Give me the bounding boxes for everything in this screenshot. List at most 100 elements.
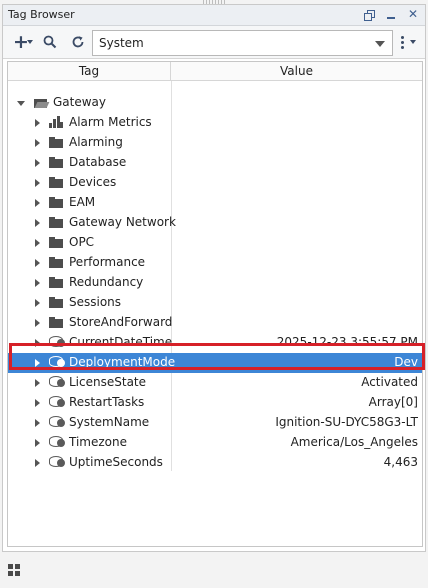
tree-row[interactable]: EAM [8,193,422,213]
tag-icon [49,396,65,409]
folder-icon [49,176,63,189]
tree-row-label: DeploymentMode [69,355,176,369]
tree-row[interactable]: UptimeSeconds 4,463 [8,453,422,473]
tree-row-label: OPC [69,235,95,249]
expand-icon[interactable] [35,199,40,207]
more-options-icon[interactable] [397,32,419,52]
close-icon[interactable]: ✕ [407,7,419,22]
folder-icon [49,316,63,329]
tag-browser-panel: Tag Browser ✕ + System Tag Value Gateway [2,4,426,552]
tag-icon [49,416,65,429]
refresh-icon[interactable] [67,32,89,52]
tree-row[interactable]: Alarming [8,133,422,153]
expand-icon[interactable] [35,279,40,287]
expand-icon[interactable] [35,119,40,127]
folder-icon [49,236,63,249]
expand-icon[interactable] [35,239,40,247]
tree-row[interactable]: RestartTasks Array[0] [8,393,422,413]
tree-row[interactable]: OPC [8,233,422,253]
tag-icon [49,356,65,369]
tree-row-label: CurrentDateTime [69,335,173,349]
folder-icon [49,276,63,289]
folder-icon [49,296,63,309]
tag-provider-select[interactable]: System [92,30,393,56]
tree-row-label: UptimeSeconds [69,455,163,469]
tree-row-label: LicenseState [69,375,147,389]
bar-chart-icon [49,116,63,129]
tree-row[interactable]: Sessions [8,293,422,313]
expand-icon[interactable] [35,379,40,387]
tree-row-label: Performance [69,255,146,269]
tree-row[interactable]: Performance [8,253,422,273]
expand-icon[interactable] [35,299,40,307]
grid-icon[interactable] [8,564,20,576]
tree-row[interactable]: Gateway Network [8,213,422,233]
expand-icon[interactable] [35,179,40,187]
expand-icon[interactable] [35,399,40,407]
tree-row-value: Ignition-SU-DYC58G3-LT [275,415,418,429]
collapse-icon[interactable] [17,101,25,106]
tag-tree-table: Tag Value Gateway Alarm Metrics Alarming D… [7,61,423,547]
tree-row-label: Sessions [69,295,122,309]
tree-row-label: Gateway [53,95,107,109]
tree-row[interactable]: Database [8,153,422,173]
tree-row-value: 4,463 [383,455,418,469]
expand-icon[interactable] [35,259,40,267]
expand-icon[interactable] [35,419,40,427]
folder-icon [49,136,63,149]
tree-row-label: RestartTasks [69,395,145,409]
panel-titlebar: Tag Browser ✕ [3,5,425,26]
folder-open-icon [34,96,50,109]
tree-row-label: SystemName [69,415,150,429]
tree-row[interactable]: Redundancy [8,273,422,293]
tree-row-value: Activated [361,375,418,389]
tree-row-label: EAM [69,195,96,209]
tree-row-label: StoreAndForward [69,315,173,329]
add-tag-button[interactable]: + [7,32,35,52]
tree-row-label: Timezone [69,435,127,449]
panel-title: Tag Browser [8,8,75,21]
tree-row[interactable]: Devices [8,173,422,193]
toolbar: + System [3,26,425,59]
tree-row[interactable]: CurrentDateTime 2025-12-23 3:55:57 PM [8,333,422,353]
tree-row[interactable]: DeploymentMode Dev [8,353,422,373]
expand-icon[interactable] [35,339,40,347]
tree-row[interactable]: StoreAndForward [8,313,422,333]
search-icon[interactable] [39,32,61,52]
expand-icon[interactable] [35,139,40,147]
tree-row-value: America/Los_Angeles [290,435,418,449]
tree-row-value: 2025-12-23 3:55:57 PM [276,335,418,349]
tag-provider-value: System [99,36,144,50]
expand-icon[interactable] [35,439,40,447]
expand-icon[interactable] [35,219,40,227]
tag-icon [49,376,65,389]
tree-row[interactable]: Alarm Metrics [8,113,422,133]
tree-row-label: Alarm Metrics [69,115,152,129]
minimize-icon[interactable] [385,7,397,22]
tree-row-value: Array[0] [368,395,418,409]
expand-icon[interactable] [35,459,40,467]
tree-row-label: Gateway Network [69,215,176,229]
tree-row-label: Devices [69,175,117,189]
restore-icon[interactable] [363,7,375,22]
tree-row[interactable]: Timezone America/Los_Angeles [8,433,422,453]
tree-row-label: Redundancy [69,275,144,289]
tree-row-gateway[interactable]: Gateway [8,93,422,113]
tree-row-value: Dev [394,355,418,369]
folder-icon [49,216,63,229]
tree-row-label: Database [69,155,127,169]
folder-icon [49,156,63,169]
expand-icon[interactable] [35,319,40,327]
chevron-down-icon [375,41,385,47]
tree-row[interactable]: SystemName Ignition-SU-DYC58G3-LT [8,413,422,433]
column-header-tag[interactable]: Tag [8,62,171,81]
column-header-value[interactable]: Value [171,62,422,81]
folder-icon [49,256,63,269]
tree-row-label: Alarming [69,135,123,149]
folder-icon [49,196,63,209]
tree-row[interactable]: LicenseState Activated [8,373,422,393]
tag-icon [49,336,65,349]
expand-icon[interactable] [35,359,40,367]
tag-icon [49,456,65,469]
expand-icon[interactable] [35,159,40,167]
